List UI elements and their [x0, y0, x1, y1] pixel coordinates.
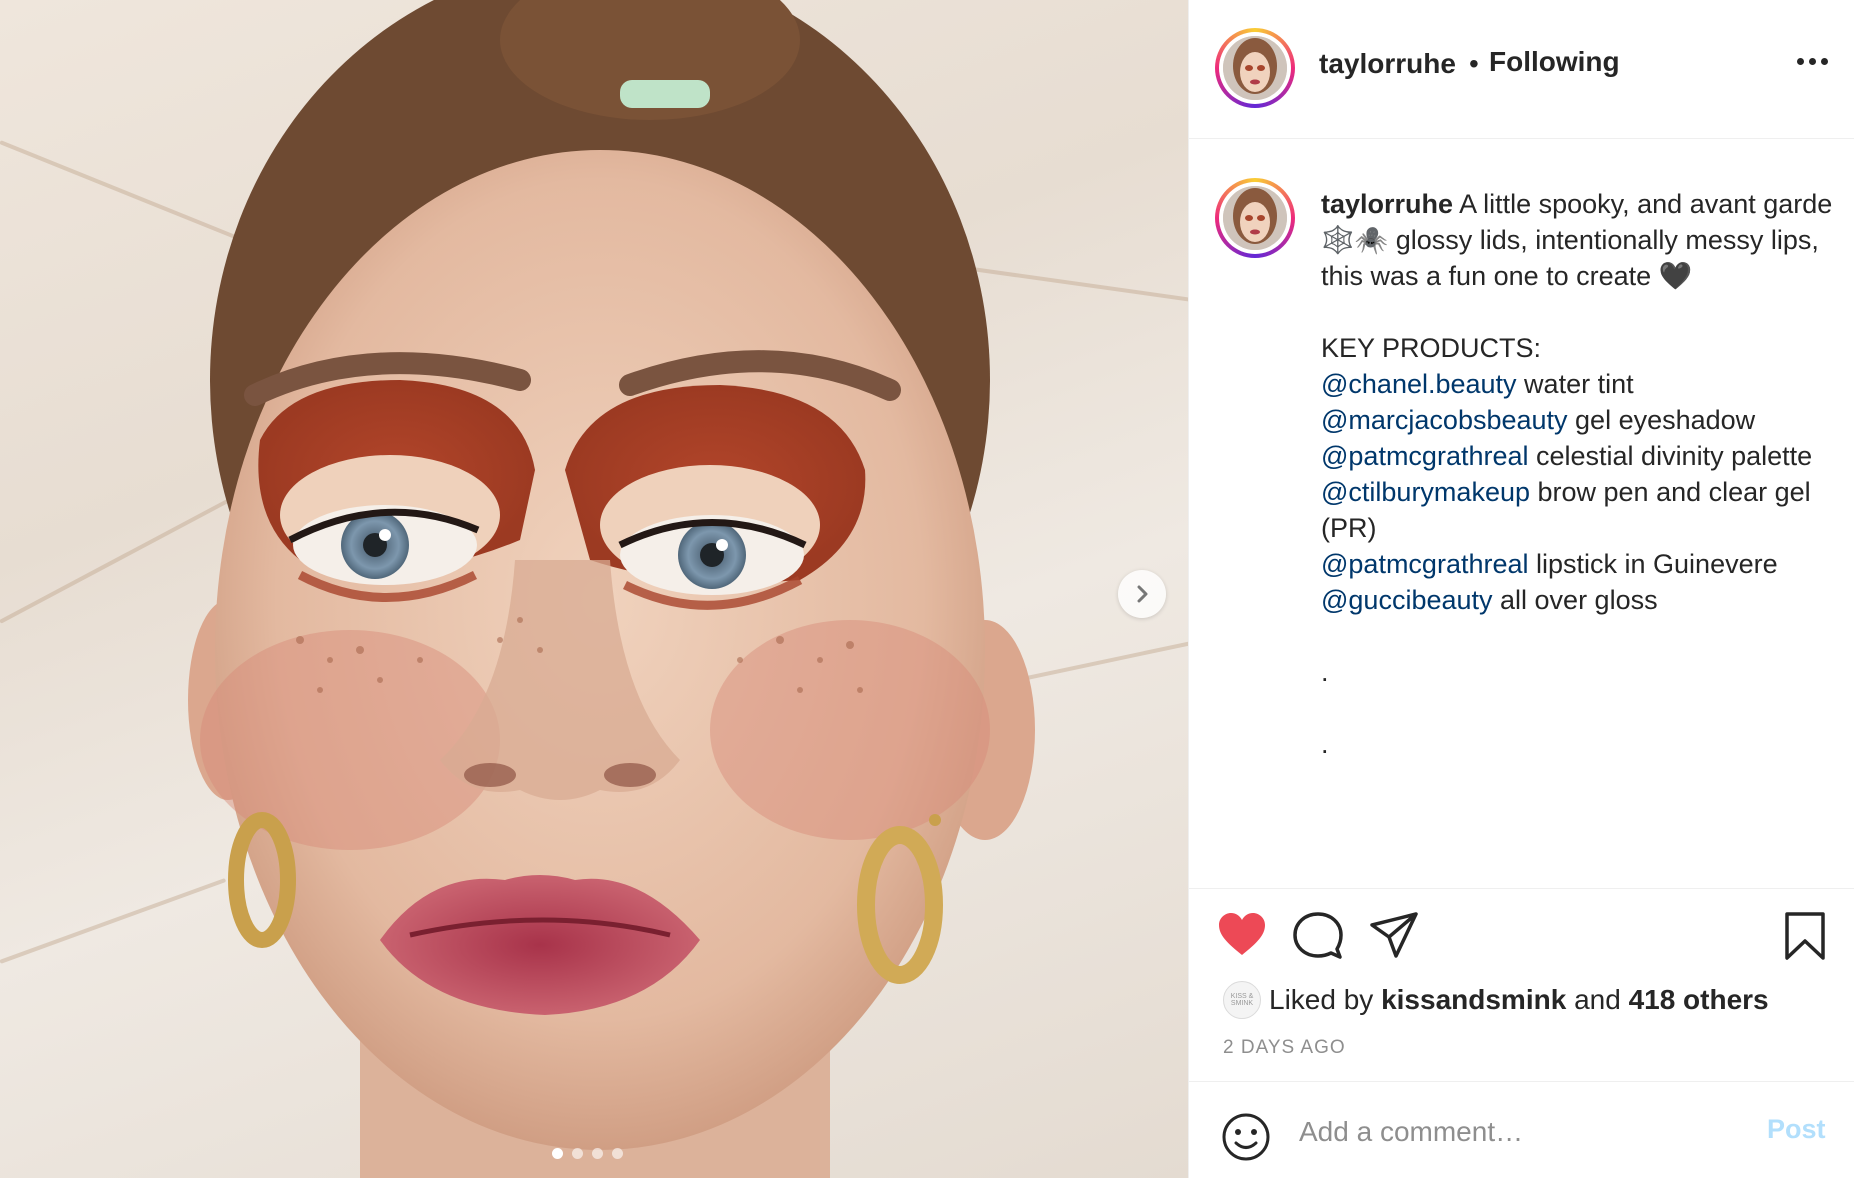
comment-icon[interactable] — [1293, 911, 1343, 959]
product-line: @patmcgrathreal lipstick in Guinevere — [1321, 546, 1841, 582]
post-timestamp[interactable]: 2 DAYS AGO — [1223, 1037, 1346, 1059]
liker-username[interactable]: kissandsmink — [1381, 984, 1566, 1016]
product-description: celestial divinity palette — [1528, 441, 1813, 471]
comment-input[interactable] — [1299, 1110, 1739, 1154]
likes-summary: KISS & SMINK Liked by kissandsmink and 4… — [1223, 981, 1769, 1019]
heart-filled-icon[interactable] — [1217, 911, 1267, 957]
product-mention-link[interactable]: @patmcgrathreal — [1321, 549, 1529, 579]
bookmark-icon[interactable] — [1783, 911, 1827, 961]
product-line: @ctilburymakeup brow pen and clear gel (… — [1321, 474, 1841, 546]
product-line: @guccibeauty all over gloss — [1321, 582, 1841, 618]
post-comment-button[interactable]: Post — [1767, 1114, 1826, 1145]
separator-dot: • — [1469, 48, 1479, 79]
caption-username[interactable]: taylorruhe — [1321, 189, 1453, 219]
key-products-heading: KEY PRODUCTS: — [1321, 333, 1542, 363]
comment-bar: Post — [1189, 1081, 1854, 1178]
carousel-dots — [552, 1148, 623, 1159]
carousel-dot — [572, 1148, 583, 1159]
product-line: @marcjacobsbeauty gel eyeshadow — [1321, 402, 1841, 438]
author-avatar[interactable] — [1215, 28, 1295, 108]
caption-avatar[interactable] — [1215, 178, 1295, 258]
caption-text: taylorruhe A little spooky, and avant ga… — [1321, 186, 1841, 798]
caption-trailing-dots: .. — [1321, 654, 1841, 762]
likes-prefix: Liked by — [1269, 984, 1374, 1015]
product-mention-link[interactable]: @ctilburymakeup — [1321, 477, 1530, 507]
author-username[interactable]: taylorruhe — [1319, 48, 1456, 80]
product-mention-link[interactable]: @marcjacobsbeauty — [1321, 405, 1568, 435]
carousel-dot — [552, 1148, 563, 1159]
post-header: taylorruhe • Following — [1189, 0, 1854, 139]
chevron-right-icon — [1137, 585, 1148, 603]
product-description: water tint — [1516, 369, 1634, 399]
product-description: gel eyeshadow — [1567, 405, 1756, 435]
more-options-icon[interactable] — [1797, 58, 1828, 65]
product-line: @chanel.beauty water tint — [1321, 366, 1841, 402]
product-line: @patmcgrathreal celestial divinity palet… — [1321, 438, 1841, 474]
next-photo-button[interactable] — [1118, 570, 1166, 618]
product-description: lipstick in Guinevere — [1528, 549, 1778, 579]
product-list: @chanel.beauty water tint @marcjacobsbeau… — [1321, 366, 1841, 618]
product-description: all over gloss — [1492, 585, 1658, 615]
likes-connector: and — [1574, 984, 1621, 1015]
smiley-icon[interactable] — [1221, 1112, 1271, 1162]
portrait-photo — [188, 0, 1035, 1178]
product-mention-link[interactable]: @guccibeauty — [1321, 585, 1493, 615]
caption-dot: . — [1321, 729, 1329, 759]
carousel-dot — [612, 1148, 623, 1159]
product-mention-link[interactable]: @patmcgrathreal — [1321, 441, 1529, 471]
carousel-dot — [592, 1148, 603, 1159]
liker-avatar[interactable]: KISS & SMINK — [1223, 981, 1261, 1019]
caption-section: taylorruhe A little spooky, and avant ga… — [1189, 140, 1854, 888]
action-bar: KISS & SMINK Liked by kissandsmink and 4… — [1189, 888, 1854, 1081]
following-button[interactable]: Following — [1489, 46, 1620, 78]
post-sidebar: taylorruhe • Following taylorruhe A litt… — [1188, 0, 1854, 1178]
product-mention-link[interactable]: @chanel.beauty — [1321, 369, 1517, 399]
post-media[interactable] — [0, 0, 1188, 1178]
likes-count[interactable]: 418 others — [1629, 984, 1769, 1016]
caption-dot: . — [1321, 657, 1329, 687]
share-icon[interactable] — [1369, 911, 1419, 959]
